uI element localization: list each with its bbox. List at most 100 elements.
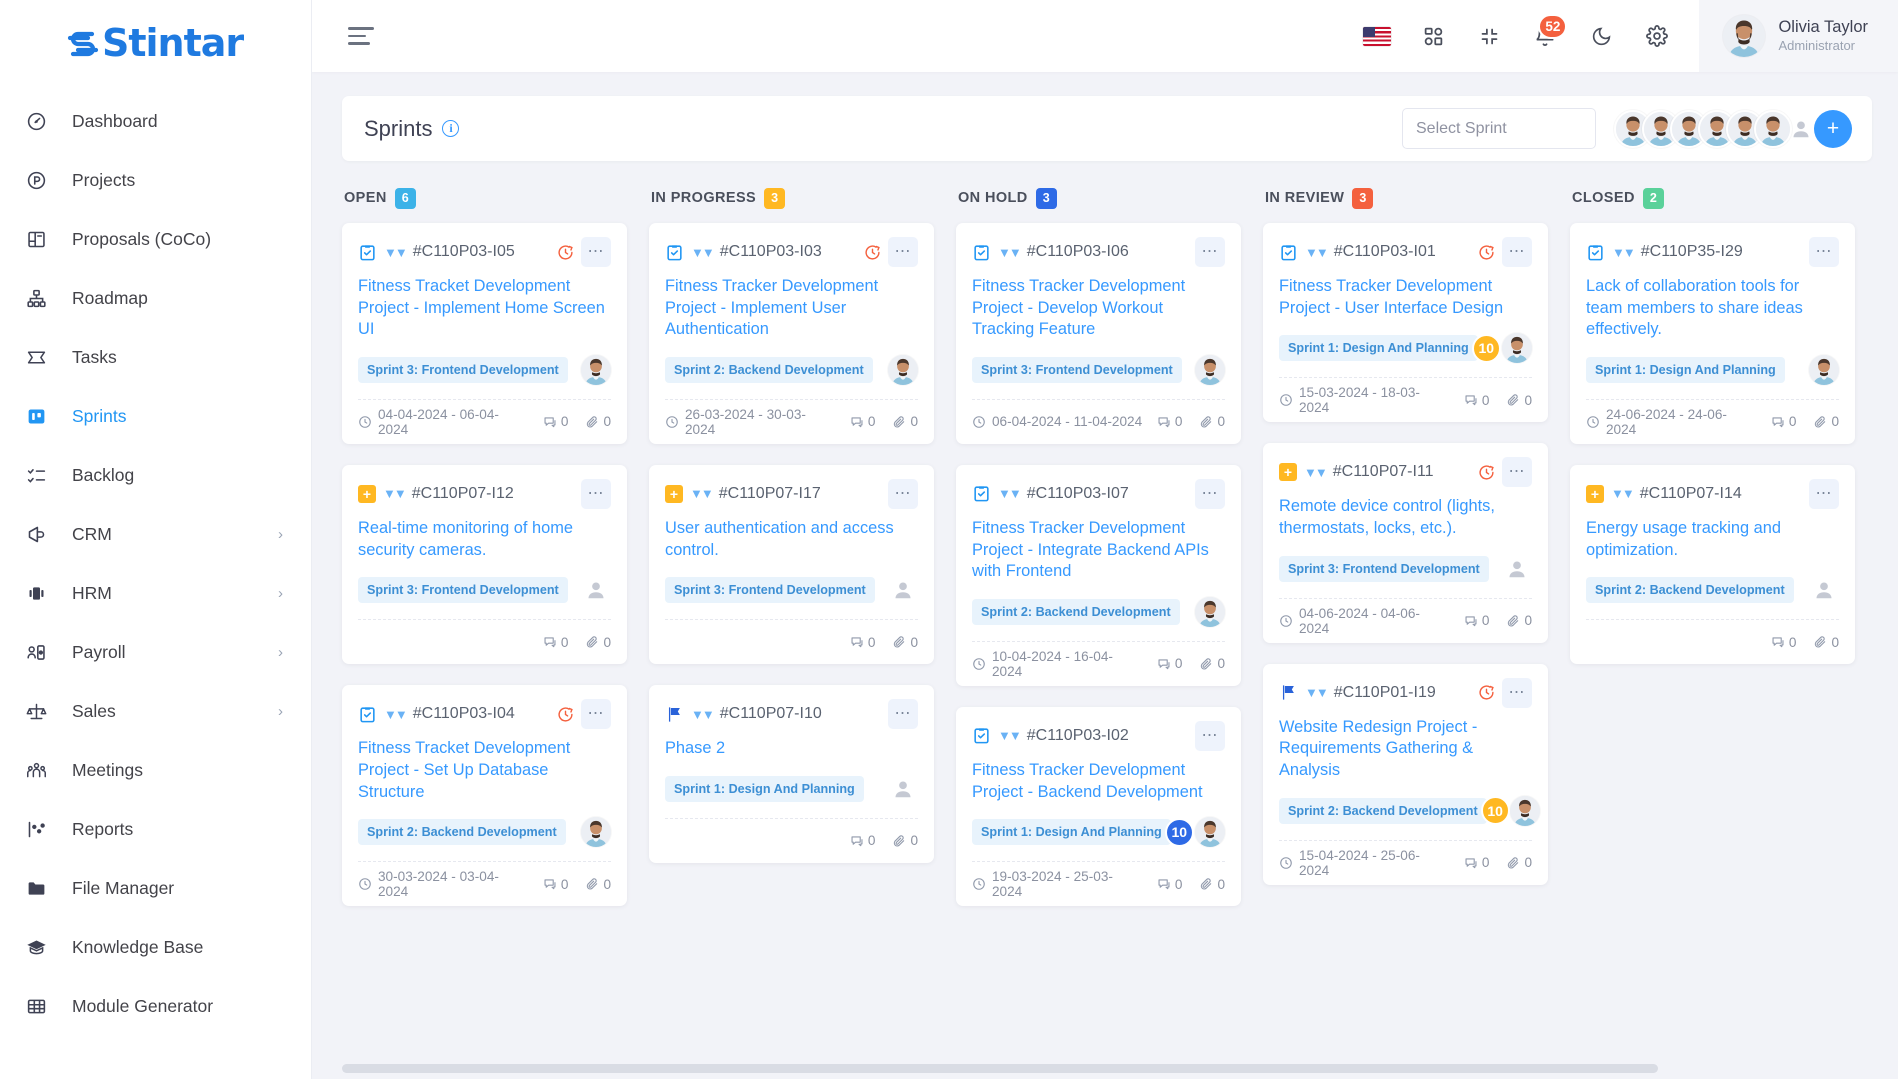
card-comments[interactable]: 0 (543, 877, 568, 892)
card-menu-button[interactable]: ⋯ (581, 237, 611, 267)
assignee-placeholder[interactable] (1809, 575, 1839, 605)
chevron-double-down-icon[interactable]: ▼▼ (690, 487, 714, 500)
assignee-avatar[interactable] (1195, 596, 1225, 627)
card-title[interactable]: Website Redesign Project - Requirements … (1279, 717, 1532, 782)
card-attachments[interactable]: 0 (1506, 855, 1532, 870)
card-comments[interactable]: 0 (543, 414, 568, 429)
card-title[interactable]: Fitness Tracker Development Project - De… (972, 276, 1225, 341)
assignee-placeholder[interactable] (888, 774, 918, 804)
info-icon[interactable]: i (442, 120, 460, 137)
card-comments[interactable]: 0 (1771, 635, 1796, 650)
assignee-avatar[interactable] (1502, 333, 1532, 364)
card-attachments[interactable]: 0 (585, 877, 611, 892)
add-member-button[interactable]: + (1814, 109, 1852, 148)
user-menu[interactable]: Olivia Taylor Administrator (1699, 0, 1898, 72)
card-attachments[interactable]: 0 (892, 414, 918, 429)
chevron-double-down-icon[interactable]: ▼▼ (1611, 487, 1635, 500)
card-comments[interactable]: 0 (850, 833, 875, 848)
sidebar-item-dashboard[interactable]: Dashboard (0, 92, 311, 151)
moon-icon[interactable] (1577, 12, 1625, 60)
horizontal-scrollbar[interactable] (342, 1064, 1872, 1073)
assignee-avatar[interactable] (1809, 354, 1839, 385)
card-menu-button[interactable]: ⋯ (1502, 457, 1532, 488)
card-attachments[interactable]: 0 (1199, 656, 1225, 671)
card-title[interactable]: User authentication and access control. (665, 518, 918, 561)
sprint-card[interactable]: + ▼▼ #C110P07-I11 ⋯ Remote device control (l… (1263, 443, 1548, 643)
card-comments[interactable]: 0 (1771, 414, 1796, 429)
card-attachments[interactable]: 0 (892, 833, 918, 848)
card-attachments[interactable]: 0 (1506, 613, 1532, 628)
card-menu-button[interactable]: ⋯ (1809, 237, 1839, 267)
card-menu-button[interactable]: ⋯ (1195, 720, 1225, 751)
chevron-double-down-icon[interactable]: ▼▼ (383, 487, 407, 500)
card-comments[interactable]: 0 (850, 414, 875, 429)
card-comments[interactable]: 0 (543, 635, 568, 650)
chevron-double-down-icon[interactable]: ▼▼ (1612, 246, 1636, 259)
card-attachments[interactable]: 0 (1199, 877, 1225, 892)
scrollbar-thumb[interactable] (342, 1064, 1658, 1073)
sidebar-item-sales[interactable]: Sales › (0, 682, 311, 741)
assignee-avatar[interactable] (581, 354, 611, 385)
assignee-placeholder[interactable] (581, 575, 611, 605)
card-comments[interactable]: 0 (1464, 855, 1489, 870)
sprint-card[interactable]: ▼▼ #C110P03-I01 ⋯ Fitness Tracker Developme… (1263, 223, 1548, 423)
assignee-avatar[interactable] (1195, 817, 1225, 848)
chevron-double-down-icon[interactable]: ▼▼ (1305, 246, 1329, 259)
card-title[interactable]: Phase 2 (665, 738, 918, 760)
chevron-double-down-icon[interactable]: ▼▼ (1305, 686, 1329, 699)
sprint-card[interactable]: ▼▼ #C110P03-I03 ⋯ Fitness Tracker Developme… (649, 223, 934, 444)
sidebar-item-projects[interactable]: Projects (0, 151, 311, 210)
sidebar-item-proposals-coco[interactable]: Proposals (CoCo) (0, 210, 311, 269)
sidebar-item-crm[interactable]: CRM › (0, 505, 311, 564)
card-attachments[interactable]: 0 (585, 635, 611, 650)
gear-icon[interactable] (1633, 12, 1681, 60)
card-comments[interactable]: 0 (850, 635, 875, 650)
card-title[interactable]: Fitness Tracket Development Project - Se… (358, 738, 611, 803)
assignee-avatar[interactable] (1509, 795, 1540, 826)
card-menu-button[interactable]: ⋯ (888, 478, 918, 509)
assignee-avatar[interactable] (581, 817, 611, 848)
card-title[interactable]: Fitness Tracker Development Project - Ba… (972, 760, 1225, 803)
card-comments[interactable]: 0 (1157, 414, 1182, 429)
sidebar-item-backlog[interactable]: Backlog (0, 446, 311, 505)
apps-grid-icon[interactable] (1409, 12, 1457, 60)
sprint-card[interactable]: + ▼▼ #C110P07-I17 ⋯ User authentication and … (649, 464, 934, 665)
chevron-double-down-icon[interactable]: ▼▼ (998, 246, 1022, 259)
sidebar-item-tasks[interactable]: Tasks (0, 328, 311, 387)
sidebar-item-sprints[interactable]: Sprints (0, 387, 311, 446)
sprint-card[interactable]: ▼▼ #C110P35-I29 ⋯ Lack of collaboration too… (1570, 223, 1855, 444)
sprint-card[interactable]: + ▼▼ #C110P07-I14 ⋯ Energy usage tracking an… (1570, 464, 1855, 665)
assignee-placeholder[interactable] (1502, 554, 1532, 584)
sprint-card[interactable]: ▼▼ #C110P03-I07 ⋯ Fitness Tracker Developme… (956, 464, 1241, 686)
compress-icon[interactable] (1465, 12, 1513, 60)
card-menu-button[interactable]: ⋯ (1195, 237, 1225, 267)
card-attachments[interactable]: 0 (1506, 393, 1532, 408)
hamburger-icon[interactable] (342, 21, 380, 51)
assignee-avatar[interactable] (1195, 354, 1225, 385)
card-title[interactable]: Lack of collaboration tools for team mem… (1586, 276, 1839, 341)
card-comments[interactable]: 0 (1464, 393, 1489, 408)
sidebar-item-hrm[interactable]: HRM › (0, 564, 311, 623)
card-title[interactable]: Fitness Tracker Development Project - Us… (1279, 276, 1532, 319)
chevron-double-down-icon[interactable]: ▼▼ (1304, 466, 1328, 479)
brand-logo[interactable]: Stintar (0, 0, 311, 86)
card-title[interactable]: Fitness Tracket Development Project - Im… (358, 276, 611, 341)
card-attachments[interactable]: 0 (1813, 414, 1839, 429)
card-title[interactable]: Remote device control (lights, thermosta… (1279, 496, 1532, 539)
notifications-button[interactable]: 52 (1521, 12, 1569, 60)
sidebar-item-payroll[interactable]: Payroll › (0, 623, 311, 682)
card-menu-button[interactable]: ⋯ (1809, 478, 1839, 509)
chevron-double-down-icon[interactable]: ▼▼ (691, 708, 715, 721)
card-attachments[interactable]: 0 (1199, 414, 1225, 429)
sprint-card[interactable]: ▼▼ #C110P01-I19 ⋯ Website Redesign Project … (1263, 663, 1548, 885)
chevron-double-down-icon[interactable]: ▼▼ (384, 246, 408, 259)
member-avatar[interactable] (1754, 109, 1792, 148)
card-comments[interactable]: 0 (1157, 656, 1182, 671)
card-menu-button[interactable]: ⋯ (888, 237, 918, 267)
sprint-card[interactable]: + ▼▼ #C110P07-I12 ⋯ Real-time monitoring of … (342, 464, 627, 665)
sprint-card[interactable]: ▼▼ #C110P03-I06 ⋯ Fitness Tracker Developme… (956, 223, 1241, 444)
card-menu-button[interactable]: ⋯ (581, 699, 611, 730)
card-title[interactable]: Energy usage tracking and optimization. (1586, 518, 1839, 561)
card-menu-button[interactable]: ⋯ (1502, 237, 1532, 267)
sidebar-item-module-generator[interactable]: Module Generator (0, 977, 311, 1036)
